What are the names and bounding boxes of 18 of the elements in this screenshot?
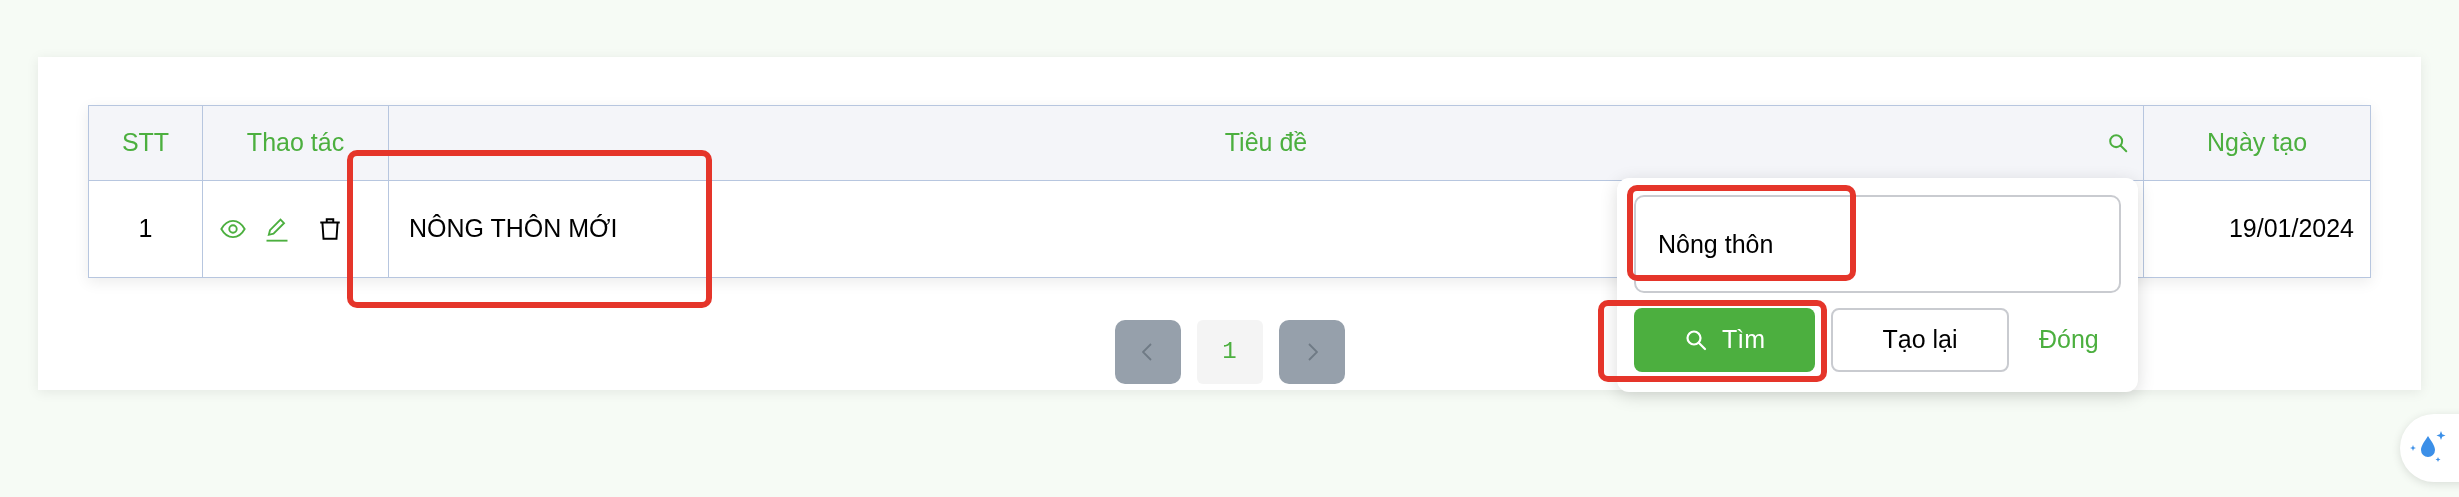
column-header: Tiêu đề (1224, 127, 1308, 159)
search-icon (1683, 328, 1708, 352)
column-header: Ngày tạo (2206, 127, 2308, 159)
column-header: STT (121, 127, 170, 159)
search-button[interactable]: Tìm (1634, 308, 1815, 372)
table-cell-text: 1 (138, 213, 153, 245)
search-field[interactable]: Nông thôn (1634, 195, 2121, 293)
table-cell-text: 19/01/2024 (2228, 213, 2354, 245)
page-button[interactable]: 1 (1196, 320, 1263, 384)
trash-icon[interactable] (317, 216, 343, 242)
reset-button[interactable]: Tạo lại (1831, 308, 2009, 372)
table-cell-text: NÔNG THÔN MỚI (409, 213, 618, 245)
floating-widget[interactable] (2400, 414, 2459, 482)
chevron-left-icon (1141, 343, 1154, 361)
column-header: Thao tác (246, 127, 345, 159)
chevron-right-icon (1305, 343, 1318, 361)
close-link[interactable]: Đóng (2039, 321, 2099, 359)
search-icon (2107, 132, 2129, 154)
